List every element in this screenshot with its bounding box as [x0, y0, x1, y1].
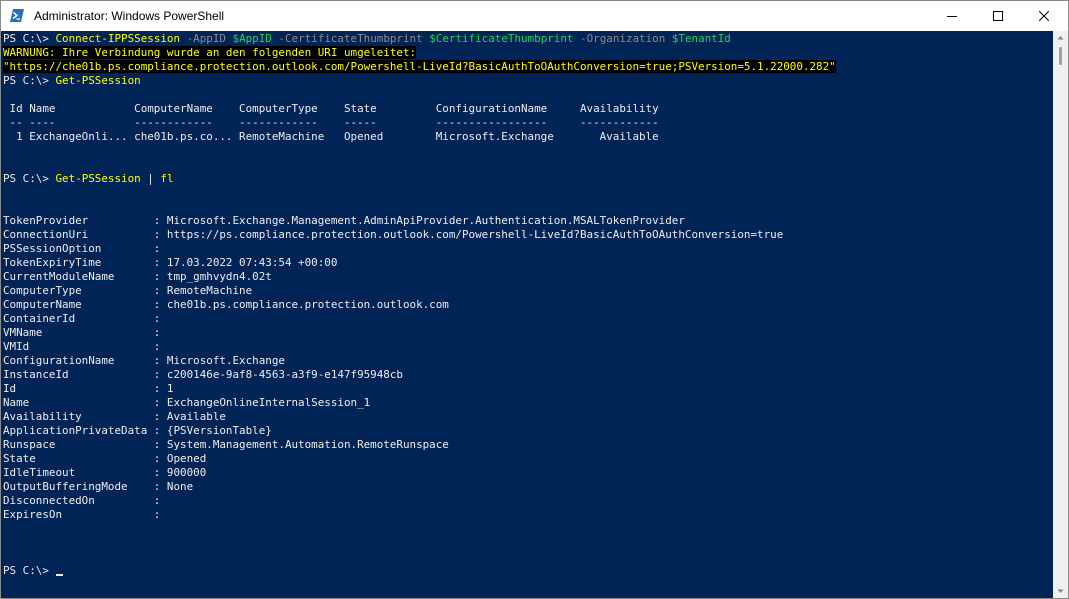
prompt: PS C:\>	[3, 32, 56, 45]
maximize-icon	[993, 11, 1003, 21]
prompt: PS C:\>	[3, 74, 56, 87]
warning-text: WARNUNG: Ihre Verbindung wurde an den fo…	[3, 46, 417, 59]
parameter: -Organization	[573, 32, 672, 45]
maximize-button[interactable]	[975, 1, 1021, 31]
property-line: InstanceId : c200146e-9af8-4563-a3f9-e14…	[3, 368, 403, 381]
property-line: CurrentModuleName : tmp_gmhvydn4.02t	[3, 270, 272, 283]
property-line: VMId :	[3, 340, 161, 353]
property-line: ComputerName : che01b.ps.compliance.prot…	[3, 298, 449, 311]
table-separator: -- ---- ------------ ------------ ----- …	[3, 116, 659, 129]
powershell-icon	[10, 9, 24, 22]
property-line: DisconnectedOn :	[3, 494, 161, 507]
table-row: 1 ExchangeOnli... che01b.ps.co... Remote…	[3, 130, 659, 143]
property-line: ConfigurationName : Microsoft.Exchange	[3, 354, 285, 367]
warning-line: WARNUNG: Ihre Verbindung wurde an den fo…	[3, 46, 417, 60]
vertical-scrollbar[interactable]	[1053, 31, 1068, 598]
console-output[interactable]: PS C:\> Connect-IPPSSession -AppID $AppI…	[1, 31, 1053, 598]
command-line-format-list: PS C:\> Get-PSSession | fl	[3, 172, 174, 186]
property-line: ConnectionUri : https://ps.compliance.pr…	[3, 228, 784, 241]
property-line: Runspace : System.Management.Automation.…	[3, 438, 449, 451]
text-cursor	[56, 574, 64, 576]
input-line[interactable]: PS C:\>	[3, 564, 64, 578]
property-line: TokenExpiryTime : 17.03.2022 07:43:54 +0…	[3, 256, 338, 269]
property-line: ExpiresOn :	[3, 508, 161, 521]
powershell-window: Administrator: Windows PowerShell PS C:\…	[0, 0, 1069, 599]
property-line: ComputerType : RemoteMachine	[3, 284, 253, 297]
scroll-down-arrow-icon[interactable]	[1053, 584, 1068, 598]
property-line: Availability : Available	[3, 410, 226, 423]
command-line-get-pssession: PS C:\> Get-PSSession	[3, 74, 141, 88]
scroll-up-arrow-icon[interactable]	[1053, 31, 1068, 45]
command-name: Get-PSSession	[55, 172, 141, 185]
property-line: State : Opened	[3, 452, 207, 465]
prompt: PS C:\>	[3, 564, 56, 577]
minimize-icon	[947, 11, 957, 21]
warning-uri-line: "https://che01b.ps.compliance.protection…	[3, 60, 836, 74]
property-line: PSSessionOption :	[3, 242, 161, 255]
property-line: IdleTimeout : 900000	[3, 466, 207, 479]
title-bar[interactable]: Administrator: Windows PowerShell	[1, 1, 1068, 31]
property-line: VMName :	[3, 326, 161, 339]
scroll-thumb[interactable]	[1059, 47, 1062, 65]
close-button[interactable]	[1021, 1, 1067, 31]
property-line: ApplicationPrivateData : {PSVersionTable…	[3, 424, 272, 437]
prompt: PS C:\>	[3, 172, 56, 185]
command-name: Get-PSSession	[55, 74, 141, 87]
property-line: Id : 1	[3, 382, 174, 395]
pipe-operator: |	[140, 172, 161, 185]
warning-uri: "https://che01b.ps.compliance.protection…	[3, 60, 836, 73]
property-line: Name : ExchangeOnlineInternalSession_1	[3, 396, 371, 409]
property-line: ContainerId :	[3, 312, 161, 325]
parameter: -CertificateThumbprint	[271, 32, 430, 45]
close-icon	[1039, 11, 1049, 21]
variable: $CertificateThumbprint	[429, 32, 574, 45]
window-title: Administrator: Windows PowerShell	[34, 9, 225, 23]
command-name: Connect-IPPSSession	[55, 32, 181, 45]
parameter: -AppID	[180, 32, 233, 45]
minimize-button[interactable]	[929, 1, 975, 31]
variable: $AppID	[232, 32, 272, 45]
property-line: TokenProvider : Microsoft.Exchange.Manag…	[3, 214, 685, 227]
property-line: OutputBufferingMode : None	[3, 480, 194, 493]
command-alias: fl	[160, 172, 174, 185]
table-header: Id Name ComputerName ComputerType State …	[3, 102, 659, 115]
variable: $TenantId	[671, 32, 731, 45]
command-line-connect: PS C:\> Connect-IPPSSession -AppID $AppI…	[3, 32, 731, 46]
